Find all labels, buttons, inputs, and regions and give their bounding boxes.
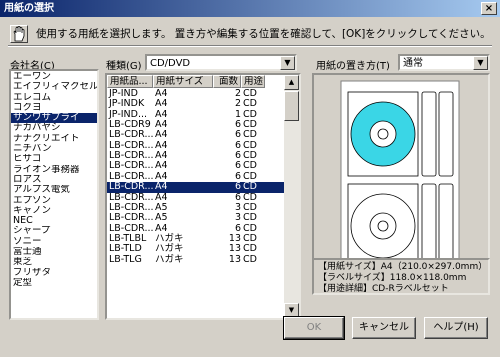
separator xyxy=(8,45,492,47)
company-list-item[interactable]: シャープ xyxy=(11,226,97,236)
chevron-down-icon[interactable]: ▼ xyxy=(280,56,295,70)
company-list-item[interactable]: エイブリィマクセル xyxy=(11,82,97,92)
company-list-item[interactable]: アルプス電気 xyxy=(11,185,97,195)
placement-value: 通常 xyxy=(403,58,423,69)
close-icon: × xyxy=(484,3,494,14)
column-header-use[interactable]: 用途 xyxy=(241,75,265,88)
company-list-item[interactable]: エプソン xyxy=(11,196,97,206)
chevron-down-icon[interactable]: ▼ xyxy=(473,56,488,70)
help-button[interactable]: ヘルプ(H) xyxy=(424,317,488,339)
ok-button[interactable]: OK xyxy=(283,316,345,340)
scroll-down-icon[interactable]: ▼ xyxy=(284,303,299,318)
kind-value: CD/DVD xyxy=(150,58,191,69)
scrollbar-vertical[interactable]: ▲ ▼ xyxy=(284,75,299,318)
kind-label: 種類(G) xyxy=(106,61,142,72)
info-label-size: 【ラベルサイズ】118.0×118.0mm xyxy=(318,273,467,283)
company-list-item[interactable]: ナナクリエイト xyxy=(11,134,97,144)
company-list-item[interactable]: ブリザタ xyxy=(11,268,97,278)
kind-select[interactable]: CD/DVD ▼ xyxy=(145,54,297,71)
info-paper-size: 【用紙サイズ】A4（210.0×297.0mm） xyxy=(318,262,488,272)
company-list-item[interactable]: エーワン xyxy=(11,72,97,82)
company-list-item[interactable]: サンワサプライ xyxy=(11,113,97,124)
scroll-up-icon[interactable]: ▲ xyxy=(284,75,299,90)
company-list-item[interactable]: NEC xyxy=(11,216,97,226)
company-list-item[interactable]: ヒサゴ xyxy=(11,154,97,164)
cell-size: ハガキ xyxy=(155,253,184,265)
close-button[interactable]: × xyxy=(481,2,497,15)
placement-label: 用紙の置き方(T) xyxy=(316,61,390,72)
company-list-item[interactable]: エレコム xyxy=(11,93,97,103)
cell-count: 6 xyxy=(234,181,241,193)
company-list-item[interactable]: 東芝 xyxy=(11,257,97,267)
company-list[interactable]: エーワン エイブリィマクセル エレコム コクヨ サンワサプライ ナカバヤシ ナナクリエイトニ… xyxy=(9,69,99,320)
cell-size: A4 xyxy=(155,181,168,193)
table-row[interactable]: LB-CDR... A4 6 CD xyxy=(107,181,285,193)
cell-count: 13 xyxy=(228,253,241,265)
cell-use: CD xyxy=(243,253,257,265)
company-list-item[interactable]: キャノン xyxy=(11,206,97,216)
cell-use: CD xyxy=(243,181,257,193)
paper-info: 【用紙サイズ】A4（210.0×297.0mm） 【ラベルサイズ】118.0×1… xyxy=(312,258,490,295)
company-list-item[interactable]: ニチバン xyxy=(11,144,97,154)
cell-name: LB-CDR... xyxy=(109,181,154,193)
scroll-thumb[interactable] xyxy=(284,91,299,121)
instruction-text: 使用する用紙を選択します。 置き方や編集する位置を確認して、[OK]をクリックし… xyxy=(36,28,491,40)
company-list-item[interactable]: ロアス xyxy=(11,175,97,185)
company-list-item[interactable]: ナカバヤシ xyxy=(11,123,97,133)
hand-icon xyxy=(10,25,28,43)
paper-table[interactable]: 用紙品... 用紙サイズ 面数 用途 JP-IND A4 2 CD JP-INDK A4 2… xyxy=(105,73,301,320)
window-title: 用紙の選択 xyxy=(4,3,54,14)
column-header-name[interactable]: 用紙品... xyxy=(107,75,153,88)
title-bar: 用紙の選択 xyxy=(0,0,500,17)
company-list-item[interactable]: ソニー xyxy=(11,237,97,247)
column-header-size[interactable]: 用紙サイズ xyxy=(153,75,213,88)
cell-name: LB-TLG xyxy=(109,253,142,265)
placement-select[interactable]: 通常 ▼ xyxy=(398,54,490,71)
column-header-count[interactable]: 面数 xyxy=(213,75,241,88)
info-usage-detail: 【用途詳細】CD-Rラベルセット xyxy=(318,284,449,294)
table-row[interactable]: LB-TLG ハガキ 13 CD xyxy=(107,253,285,265)
company-list-item[interactable]: 富士通 xyxy=(11,247,97,257)
company-list-item[interactable]: 定型 xyxy=(11,278,97,288)
company-list-item[interactable]: ライオン事務器 xyxy=(11,165,97,175)
company-list-item[interactable]: コクヨ xyxy=(11,103,97,113)
cancel-button[interactable]: キャンセル xyxy=(352,317,416,339)
